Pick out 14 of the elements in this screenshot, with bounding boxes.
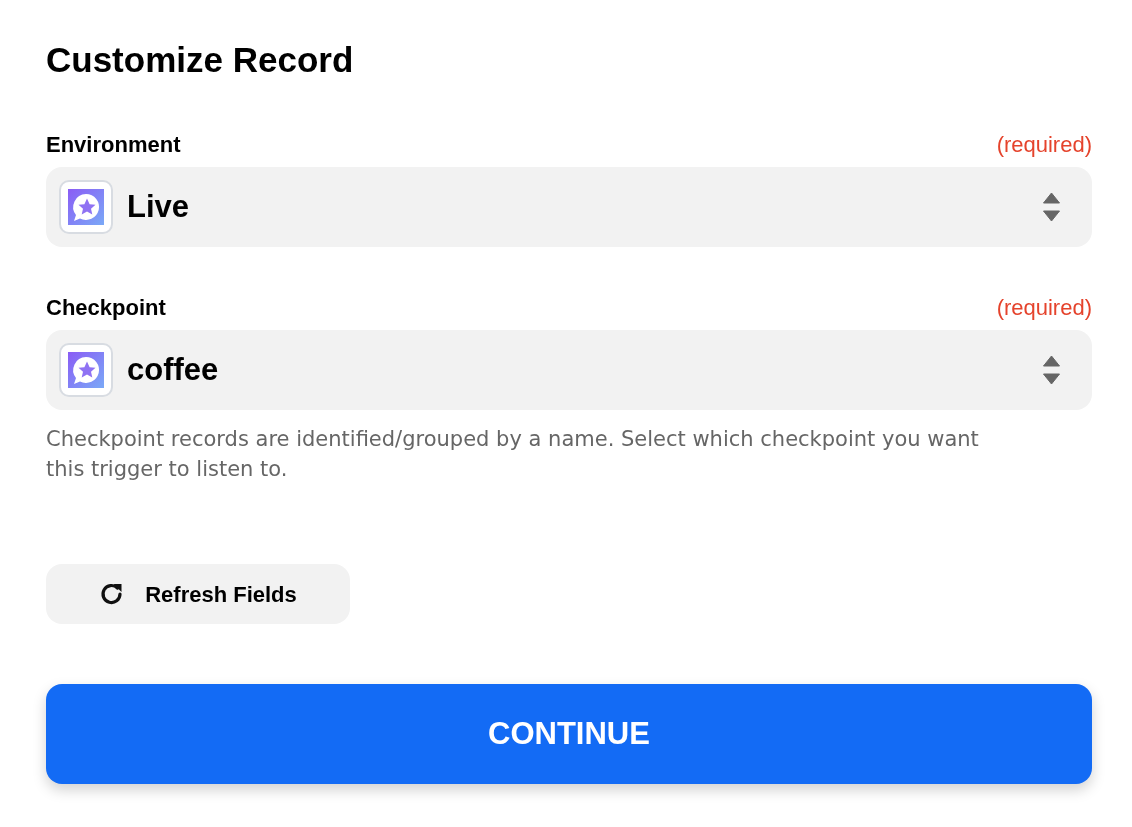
page-title: Customize Record (46, 40, 355, 80)
required-note: (required) (996, 131, 1092, 159)
help-text: Checkpoint records are identified/grouped by a name. Select which checkpoint you want this trigger to listen to. (46, 426, 980, 483)
select-field[interactable]: coffee (46, 330, 1092, 410)
required-note: (required) (996, 294, 1092, 322)
sort-arrows-icon (1043, 192, 1060, 222)
continue-button[interactable]: CONTINUE (46, 684, 1092, 784)
field-label: Environment (46, 131, 181, 159)
sort-arrows-icon (1043, 355, 1060, 385)
refresh-fields-button[interactable]: Refresh Fields (46, 564, 350, 624)
chat-star-logo-icon (59, 343, 113, 397)
field-label: Checkpoint (46, 294, 166, 322)
select-field[interactable]: Live (46, 167, 1092, 247)
chat-star-logo-icon (59, 180, 113, 234)
